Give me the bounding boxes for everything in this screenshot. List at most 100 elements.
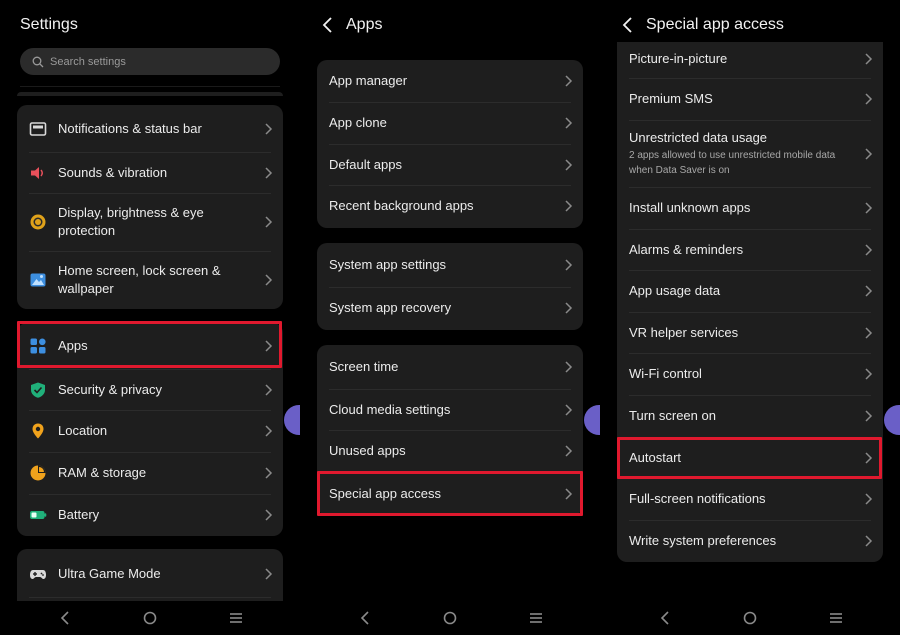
apps-item-special-app-access[interactable]: Special app access [317, 472, 583, 515]
shield-icon [31, 382, 45, 398]
settings-item-label: Location [58, 423, 108, 438]
gamepad-icon [30, 570, 46, 579]
search-icon [32, 56, 44, 67]
settings-item-label: Ultra Game Mode [58, 566, 161, 581]
settings-item-location[interactable]: Location [17, 410, 283, 452]
access-item-label: Autostart [629, 449, 682, 465]
apps-item-unused-apps[interactable]: Unused apps [317, 430, 583, 472]
home-nav-icon[interactable] [443, 611, 457, 625]
settings-item-ram-storage[interactable]: RAM & storage [17, 452, 283, 494]
apps-item-label: Special app access [329, 485, 442, 501]
access-item-label: Turn screen on [629, 408, 716, 423]
storage-pie-icon [30, 465, 46, 481]
back-header[interactable]: Apps [320, 13, 382, 37]
menu-nav-icon[interactable] [829, 611, 843, 625]
apps-item-default-apps[interactable]: Default apps [317, 144, 583, 185]
settings-item-apps[interactable]: Apps [17, 323, 283, 369]
floating-assistant-bubble[interactable] [284, 405, 300, 435]
access-item-vr-helper-services[interactable]: VR helper services [617, 312, 883, 353]
chevron-right-icon [265, 568, 273, 580]
settings-item-ultra-game-mode[interactable]: Ultra Game Mode [17, 551, 283, 597]
access-item-unrestricted-data[interactable]: Unrestricted data usage 2 apps allowed t… [617, 120, 883, 187]
back-nav-icon[interactable] [60, 611, 70, 625]
wallpaper-icon [30, 273, 46, 287]
access-item-picture-in-picture[interactable]: Picture-in-picture [617, 42, 883, 75]
divider [29, 597, 271, 598]
back-arrow-icon[interactable] [320, 13, 334, 37]
apps-item-system-app-recovery[interactable]: System app recovery [317, 287, 583, 329]
chevron-right-icon [265, 166, 273, 179]
access-item-label: Install unknown apps [629, 200, 751, 215]
apps-group-1: App manager App clone Default apps Recen… [317, 60, 583, 228]
chevron-right-icon [265, 216, 273, 228]
chevron-right-icon [565, 158, 573, 171]
battery-icon [30, 511, 47, 519]
apps-item-label: Screen time [329, 359, 399, 374]
settings-item-sounds[interactable]: Sounds & vibration [17, 152, 283, 193]
access-item-app-usage-data[interactable]: App usage data [617, 270, 883, 312]
page-title: Special app access [646, 16, 784, 33]
navigation-bar [300, 601, 600, 635]
apps-item-label: Unused apps [329, 443, 406, 458]
search-input[interactable]: Search settings [20, 48, 280, 75]
apps-item-cloud-media-settings[interactable]: Cloud media settings [317, 389, 583, 430]
apps-icon [30, 338, 46, 354]
chevron-right-icon [865, 451, 873, 464]
settings-item-security[interactable]: Security & privacy [17, 369, 283, 410]
home-nav-icon[interactable] [743, 611, 757, 625]
access-item-full-screen-notifications[interactable]: Full-screen notifications [617, 478, 883, 520]
access-item-premium-sms[interactable]: Premium SMS [617, 78, 883, 120]
access-item-alarms-reminders[interactable]: Alarms & reminders [617, 229, 883, 270]
notification-bar-icon [29, 121, 47, 136]
chevron-right-icon [865, 147, 873, 160]
back-nav-icon[interactable] [660, 611, 670, 625]
access-item-autostart[interactable]: Autostart [617, 437, 883, 478]
page-title: Apps [346, 16, 383, 33]
back-nav-icon[interactable] [360, 611, 370, 625]
chevron-right-icon [565, 487, 573, 500]
settings-item-label: RAM & storage [58, 465, 147, 480]
chevron-right-icon [565, 259, 573, 271]
access-item-write-system-preferences[interactable]: Write system preferences [617, 520, 883, 561]
special-access-list: Picture-in-picture Premium SMS Unrestric… [617, 42, 883, 562]
settings-item-label: Notifications & status bar [58, 120, 202, 136]
chevron-right-icon [865, 326, 873, 339]
access-item-label: Premium SMS [629, 91, 713, 106]
apps-item-recent-background-apps[interactable]: Recent background apps [317, 185, 583, 227]
chevron-right-icon [265, 122, 273, 135]
apps-item-label: Recent background apps [329, 198, 474, 213]
access-item-label: Unrestricted data usage [629, 130, 768, 145]
settings-group-3: Ultra Game Mode [17, 549, 283, 609]
menu-nav-icon[interactable] [229, 611, 243, 625]
access-item-wifi-control[interactable]: Wi-Fi control [617, 353, 883, 395]
access-item-label: Full-screen notifications [629, 491, 766, 506]
settings-item-notifications[interactable]: Notifications & status bar [17, 105, 283, 152]
chevron-right-icon [565, 302, 573, 314]
chevron-right-icon [565, 200, 573, 212]
settings-item-display[interactable]: Display, brightness & eye protection [17, 193, 283, 251]
page-title: Settings [20, 16, 78, 33]
home-nav-icon[interactable] [143, 611, 157, 625]
settings-item-home-screen[interactable]: Home screen, lock screen & wallpaper [17, 251, 283, 309]
settings-item-label: Security & privacy [58, 381, 163, 397]
settings-item-label: Display, brightness & eye protection [58, 205, 204, 238]
floating-assistant-bubble[interactable] [584, 405, 600, 435]
apps-item-label: App clone [329, 115, 387, 130]
menu-nav-icon[interactable] [529, 611, 543, 625]
access-item-label: VR helper services [629, 324, 739, 340]
settings-item-battery[interactable]: Battery [17, 494, 283, 536]
apps-item-label: System app settings [329, 257, 447, 272]
apps-item-app-clone[interactable]: App clone [317, 102, 583, 144]
chevron-right-icon [265, 425, 273, 437]
chevron-right-icon [865, 202, 873, 214]
access-item-install-unknown-apps[interactable]: Install unknown apps [617, 187, 883, 229]
speaker-icon [31, 166, 43, 179]
apps-item-screen-time[interactable]: Screen time [317, 345, 583, 389]
apps-item-app-manager[interactable]: App manager [317, 60, 583, 102]
back-header[interactable]: Special app access [620, 13, 784, 37]
back-arrow-icon[interactable] [620, 13, 634, 37]
floating-assistant-bubble[interactable] [884, 405, 900, 435]
apps-item-system-app-settings[interactable]: System app settings [317, 243, 583, 287]
chevron-right-icon [265, 467, 273, 479]
access-item-turn-screen-on[interactable]: Turn screen on [617, 395, 883, 437]
